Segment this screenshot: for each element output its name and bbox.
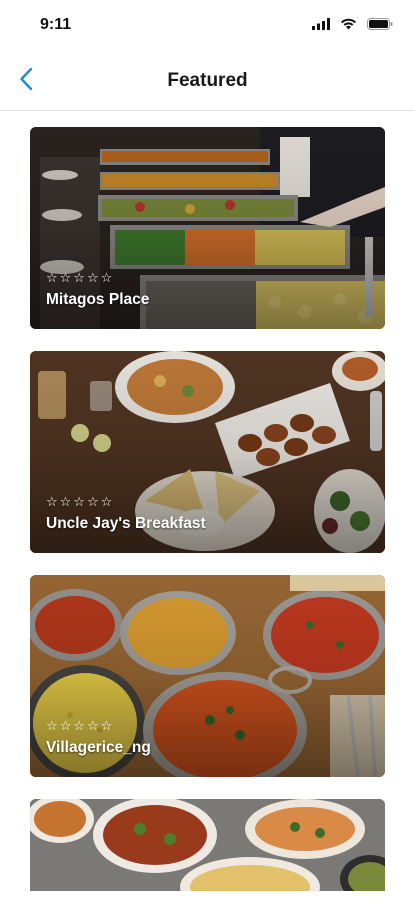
- nav-header: Featured: [0, 52, 415, 111]
- restaurant-card[interactable]: ☆☆☆☆☆ Mitagos Place: [30, 127, 385, 329]
- rating-stars: ☆☆☆☆☆: [46, 271, 115, 286]
- rating-stars: ☆☆☆☆☆: [46, 719, 115, 734]
- restaurant-name: Mitagos Place: [46, 291, 150, 308]
- rating-stars: ☆☆☆☆☆: [46, 495, 115, 510]
- page-title: Featured: [167, 70, 248, 91]
- restaurant-photo: [30, 799, 385, 891]
- battery-icon: [367, 17, 393, 35]
- restaurant-card[interactable]: [30, 799, 385, 891]
- status-bar: 9:11: [0, 0, 415, 52]
- restaurant-card[interactable]: ☆☆☆☆☆ Uncle Jay's Breakfast: [30, 351, 385, 553]
- status-time: 9:11: [40, 16, 72, 33]
- featured-list: ☆☆☆☆☆ Mitagos Place ☆☆☆☆☆ Uncle Jay's Br…: [30, 127, 385, 913]
- restaurant-card[interactable]: ☆☆☆☆☆ Villagerice_ng: [30, 575, 385, 777]
- restaurant-name: Villagerice_ng: [46, 739, 151, 756]
- restaurant-name: Uncle Jay's Breakfast: [46, 515, 206, 532]
- wifi-icon: [340, 17, 357, 35]
- status-icons: [312, 17, 393, 35]
- signal-icon: [312, 17, 330, 35]
